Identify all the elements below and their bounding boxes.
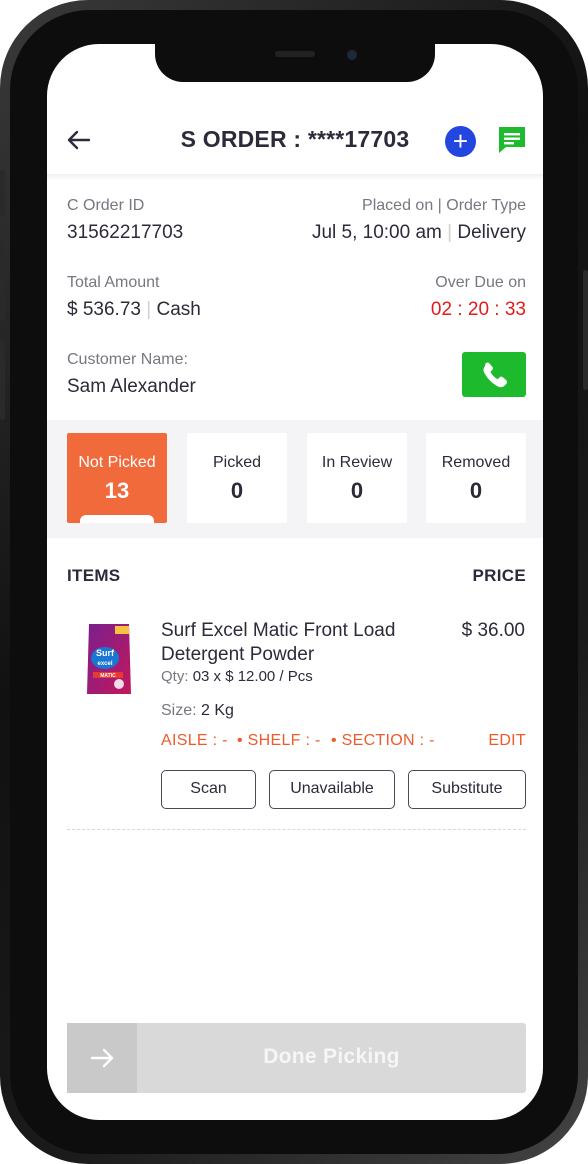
order-type: Delivery (457, 222, 526, 243)
size-value: 2 Kg (201, 702, 234, 719)
item-divider (67, 829, 526, 830)
placed-on-value: Jul 5, 10:00 am | Delivery (312, 222, 526, 244)
tab-count: 0 (230, 478, 244, 503)
unavailable-button[interactable]: Unavailable (269, 770, 395, 809)
done-picking-button[interactable]: Done Picking (67, 1023, 526, 1093)
speaker (275, 51, 315, 57)
pipe-divider: | (146, 299, 152, 320)
price-header: PRICE (472, 566, 526, 585)
shelf-label: • SHELF : - (237, 732, 321, 749)
tab-count: 0 (469, 478, 483, 503)
item-name: Surf Excel Matic Front Load Detergent Po… (161, 620, 396, 665)
item-size: Size: 2 Kg (161, 702, 234, 720)
tab-label: In Review (321, 454, 393, 471)
item-qty: Qty: 03 x $ 12.00 / Pcs (161, 668, 313, 685)
qty-label: Qty: (161, 668, 189, 685)
tab-removed[interactable]: Removed 0 (426, 433, 526, 523)
pipe-divider: | (447, 222, 453, 243)
tab-not-picked[interactable]: Not Picked 13 (67, 433, 167, 523)
qty-value: 03 x $ 12.00 / Pcs (192, 668, 313, 685)
payment-method: Cash (156, 299, 201, 320)
app-screen: S ORDER : ****17703 + C Order ID Placed … (47, 44, 543, 1120)
app-header: S ORDER : ****17703 + (47, 114, 543, 170)
notch (155, 44, 435, 82)
product-image: Surf excel MATIC (85, 622, 133, 698)
tab-in-review[interactable]: In Review 0 (307, 433, 407, 523)
active-tab-indicator (80, 515, 154, 523)
tab-count: 13 (104, 478, 130, 503)
customer-name-label: Customer Name: (67, 351, 188, 368)
tab-picked[interactable]: Picked 0 (187, 433, 287, 523)
volume-up-button (0, 240, 5, 320)
phone-icon (483, 362, 507, 388)
total-amount-value: $ 536.73 | Cash (67, 299, 201, 321)
tab-count: 0 (350, 478, 364, 503)
tab-label: Not Picked (78, 454, 156, 471)
plus-icon[interactable]: + (445, 126, 476, 157)
status-tabs: Not Picked 13 Picked 0 In Review 0 Remov… (47, 420, 543, 538)
header-divider (47, 174, 543, 180)
done-picking-label: Done Picking (263, 1045, 400, 1068)
chat-icon[interactable] (497, 125, 527, 155)
shelf-text: SHELF : - (247, 732, 321, 749)
customer-name: Sam Alexander (67, 376, 196, 397)
mute-switch (0, 170, 5, 216)
items-header: ITEMS (67, 566, 121, 585)
svg-text:excel: excel (97, 661, 112, 667)
phone-frame: S ORDER : ****17703 + C Order ID Placed … (0, 0, 588, 1164)
aisle-label: AISLE : - (161, 732, 228, 749)
overdue-label: Over Due on (435, 274, 526, 291)
svg-text:MATIC: MATIC (100, 673, 116, 679)
substitute-button[interactable]: Substitute (408, 770, 526, 809)
volume-down-button (0, 340, 5, 420)
section-label: • SECTION : - (331, 732, 435, 749)
item-price: $ 36.00 (461, 620, 525, 641)
edit-link[interactable]: EDIT (488, 732, 526, 750)
tab-label: Removed (441, 454, 511, 471)
section-text: SECTION : - (341, 732, 435, 749)
placed-on-label: Placed on | Order Type (362, 197, 526, 214)
total-amount-label: Total Amount (67, 274, 160, 291)
power-button (583, 270, 588, 390)
scan-button[interactable]: Scan (161, 770, 256, 809)
camera (347, 50, 357, 60)
c-order-id-label: C Order ID (67, 197, 145, 214)
svg-text:Surf: Surf (96, 648, 115, 658)
overdue-timer: 02 : 20 : 33 (430, 299, 526, 320)
arrow-right-icon[interactable] (67, 1023, 137, 1093)
call-button[interactable] (462, 352, 526, 397)
size-label: Size: (161, 702, 197, 719)
tab-label: Picked (212, 454, 262, 471)
total-amount: $ 536.73 (67, 299, 141, 320)
placed-on-date: Jul 5, 10:00 am (311, 222, 442, 243)
c-order-id: 31562217703 (67, 222, 184, 243)
